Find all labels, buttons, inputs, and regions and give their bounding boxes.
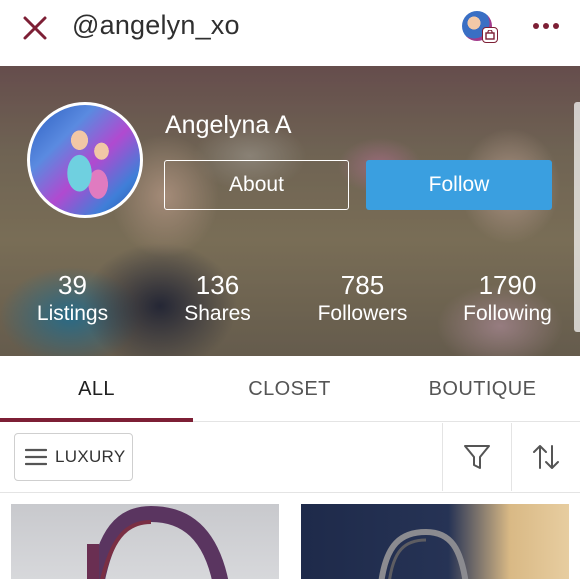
tab-closet[interactable]: CLOSET <box>193 356 386 422</box>
shopping-bag-icon <box>482 27 498 43</box>
stat-value: 1790 <box>478 270 537 300</box>
more-options-icon[interactable] <box>528 14 564 38</box>
about-button[interactable]: About <box>164 160 349 210</box>
luxury-filter-label: LUXURY <box>55 447 126 466</box>
listing-grid <box>0 494 580 579</box>
stat-value: 785 <box>340 270 385 300</box>
active-tab-indicator <box>0 418 193 422</box>
stat-value: 136 <box>195 270 240 300</box>
stat-shares[interactable]: 136 Shares <box>145 270 290 328</box>
stat-listings[interactable]: 39 Listings <box>0 270 145 328</box>
listing-card[interactable] <box>301 504 569 579</box>
stat-following[interactable]: 1790 Following <box>435 270 580 328</box>
stat-value: 39 <box>58 270 87 300</box>
stat-label: Following <box>463 302 552 325</box>
scrollbar[interactable] <box>574 102 580 332</box>
profile-handle: @angelyn_xo <box>72 10 240 40</box>
sort-icon[interactable] <box>512 423 580 491</box>
stat-label: Followers <box>317 302 408 325</box>
stat-label: Shares <box>184 302 251 325</box>
filter-icon[interactable] <box>443 423 511 491</box>
profile-cover: Angelyna A About Follow 39 Listings 136 … <box>0 66 580 356</box>
stat-label: Listings <box>36 302 109 325</box>
closet-tabs: ALL CLOSET BOUTIQUE <box>0 356 580 422</box>
profile-avatar[interactable] <box>27 102 143 218</box>
close-icon[interactable] <box>18 11 52 45</box>
tab-all[interactable]: ALL <box>0 356 193 422</box>
handbag-photo <box>87 505 229 579</box>
menu-icon <box>25 448 47 466</box>
top-bar: @angelyn_xo <box>0 0 580 62</box>
tab-boutique[interactable]: BOUTIQUE <box>386 356 579 422</box>
profile-name: Angelyna A <box>165 111 292 139</box>
handbag-photo <box>378 528 469 579</box>
stat-followers[interactable]: 785 Followers <box>290 270 435 328</box>
listing-card[interactable] <box>11 504 279 579</box>
filter-bar: LUXURY <box>0 423 580 493</box>
luxury-filter-button[interactable]: LUXURY <box>14 433 133 481</box>
follow-button[interactable]: Follow <box>366 160 552 210</box>
